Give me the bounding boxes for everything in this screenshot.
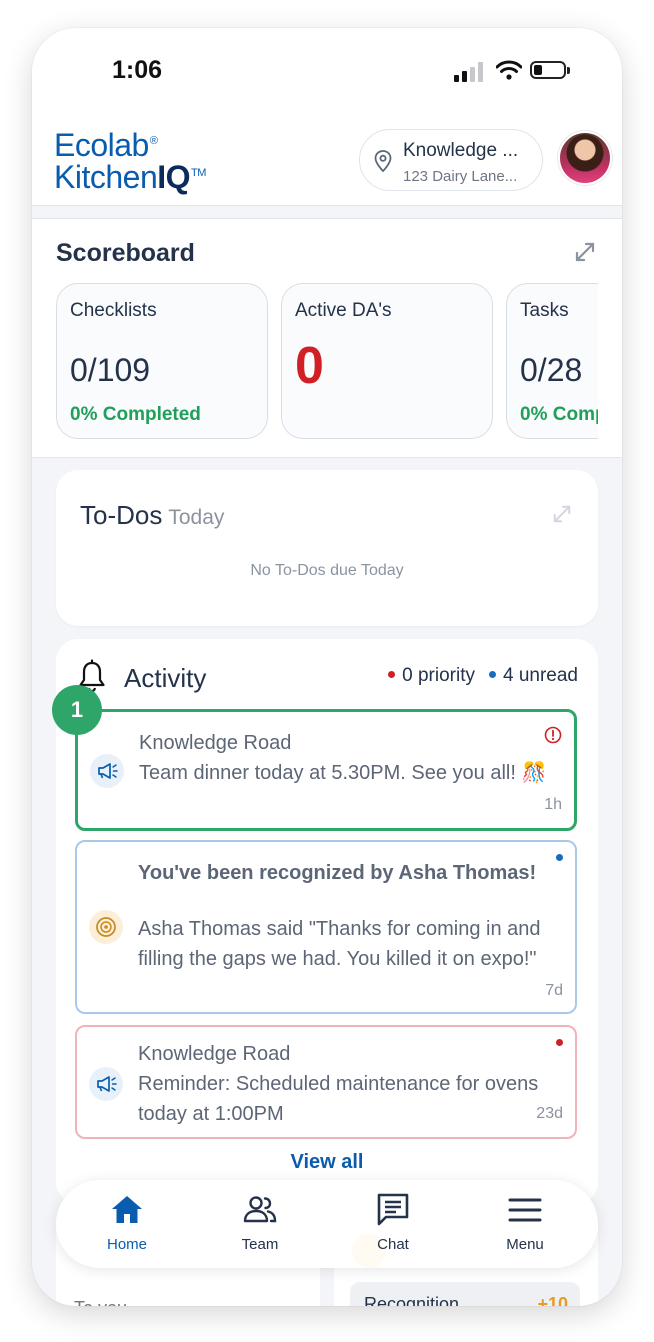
chat-icon — [377, 1193, 409, 1226]
megaphone-icon — [90, 754, 124, 788]
nav-team[interactable]: Team — [210, 1192, 310, 1253]
activity-card: Activity 0 priority 4 unread 1 Knowledge … — [52, 639, 598, 1204]
activity-item-age: 1h — [544, 796, 562, 813]
activity-item[interactable]: You've been recognized by Asha Thomas! A… — [75, 840, 577, 1014]
points-row: Recognition +10 — [350, 1282, 580, 1306]
wifi-icon — [496, 60, 522, 80]
activity-item-body: Asha Thomas said "Thanks for coming in a… — [138, 918, 541, 970]
app-header: Ecolab® KitchenIQTM Knowledge ... 123 Da… — [32, 123, 622, 206]
logo-line1: Ecolab — [54, 127, 149, 163]
priority-count: 0 priority — [402, 665, 475, 686]
points-row-label: Recognition — [364, 1294, 460, 1306]
card-progress: 0% Completed — [520, 404, 598, 425]
activity-item[interactable]: Knowledge Road Reminder: Scheduled maint… — [75, 1025, 577, 1139]
activity-item-body: Team dinner today at 5.30PM. See you all… — [139, 762, 547, 784]
location-address: 123 Dairy Lane... — [403, 168, 518, 185]
activity-item-heading: Knowledge Road — [138, 1043, 291, 1065]
alert-circle-icon — [544, 726, 562, 744]
nav-menu[interactable]: Menu — [475, 1192, 575, 1253]
card-value: 0/28 — [520, 352, 583, 388]
todos-card: To-Dos Today No To-Dos due Today — [56, 470, 598, 626]
scoreboard-carousel[interactable]: Checklists 0/109 0% Completed Active DA'… — [56, 283, 598, 443]
nav-chat[interactable]: Chat — [343, 1192, 443, 1253]
bottom-navigation: Home Team Chat Menu — [56, 1180, 598, 1268]
user-avatar[interactable] — [560, 133, 610, 183]
nav-chat-label: Chat — [377, 1236, 409, 1253]
logo-iq: IQ — [157, 159, 191, 195]
team-icon — [243, 1196, 277, 1223]
activity-item-age: 23d — [536, 1105, 563, 1122]
expand-icon[interactable] — [552, 504, 572, 524]
activity-counts: 0 priority 4 unread — [388, 665, 578, 687]
checklists-card[interactable]: Checklists 0/109 0% Completed — [56, 283, 268, 439]
activity-item-age: 7d — [545, 982, 563, 999]
recognition-award-icon — [89, 910, 123, 944]
tutorial-step-badge: 1 — [52, 685, 102, 735]
todos-heading: To-Dos — [80, 500, 163, 530]
unread-dot-icon — [488, 671, 496, 678]
scoreboard-title: Scoreboard — [56, 239, 195, 267]
nav-home[interactable]: Home — [77, 1192, 177, 1253]
activity-item-heading: Knowledge Road — [139, 732, 292, 754]
nav-team-label: Team — [241, 1236, 279, 1253]
todos-empty-message: No To-Dos due Today — [250, 562, 404, 579]
card-label: Checklists — [70, 300, 157, 321]
home-icon — [112, 1196, 142, 1223]
activity-title: Activity — [124, 663, 207, 693]
status-bar: 1:06 — [32, 28, 622, 123]
priority-dot-icon — [388, 671, 396, 678]
status-time: 1:06 — [112, 56, 163, 84]
nav-menu-label: Menu — [506, 1236, 544, 1253]
megaphone-icon — [89, 1067, 123, 1101]
tasks-card[interactable]: Tasks 0/28 0% Completed — [506, 283, 598, 439]
cellular-signal-icon — [454, 62, 483, 82]
priority-dot-icon — [556, 1039, 563, 1046]
card-label: Active DA's — [295, 300, 392, 321]
expand-icon[interactable] — [574, 241, 596, 263]
unread-dot-icon — [556, 854, 563, 861]
location-selector[interactable]: Knowledge ... 123 Dairy Lane... — [359, 129, 543, 191]
unread-count: 4 unread — [502, 665, 578, 686]
location-name: Knowledge ... — [403, 140, 519, 161]
assigned-to-you-label: To you — [74, 1298, 127, 1306]
card-label: Tasks — [520, 300, 569, 321]
location-pin-icon — [374, 150, 392, 172]
activity-item-body: Reminder: Scheduled maintenance for oven… — [138, 1073, 539, 1125]
view-all-link[interactable]: View all — [56, 1151, 598, 1174]
card-value: 0 — [295, 337, 324, 395]
logo-line2: Kitchen — [54, 159, 158, 195]
todos-title: To-Dos Today — [80, 500, 224, 531]
card-value: 0/109 — [70, 352, 151, 388]
activity-item-heading: You've been recognized by Asha Thomas! — [138, 862, 537, 884]
todos-period: Today — [168, 506, 225, 529]
hamburger-menu-icon — [508, 1198, 542, 1222]
phone-frame: 1:06 Ecolab® KitchenIQTM Knowledge ... 1… — [32, 28, 622, 1306]
scoreboard-section: Scoreboard Checklists 0/109 0% Completed… — [32, 218, 622, 458]
nav-home-label: Home — [106, 1236, 147, 1253]
active-das-card[interactable]: Active DA's 0 — [281, 283, 493, 439]
points-row-value: +10 — [537, 1294, 568, 1306]
activity-item[interactable]: Knowledge Road Team dinner today at 5.30… — [75, 709, 577, 831]
card-progress: 0% Completed — [70, 404, 201, 425]
ecolab-kitcheniq-logo: Ecolab® KitchenIQTM — [54, 127, 206, 195]
battery-icon — [530, 61, 570, 79]
